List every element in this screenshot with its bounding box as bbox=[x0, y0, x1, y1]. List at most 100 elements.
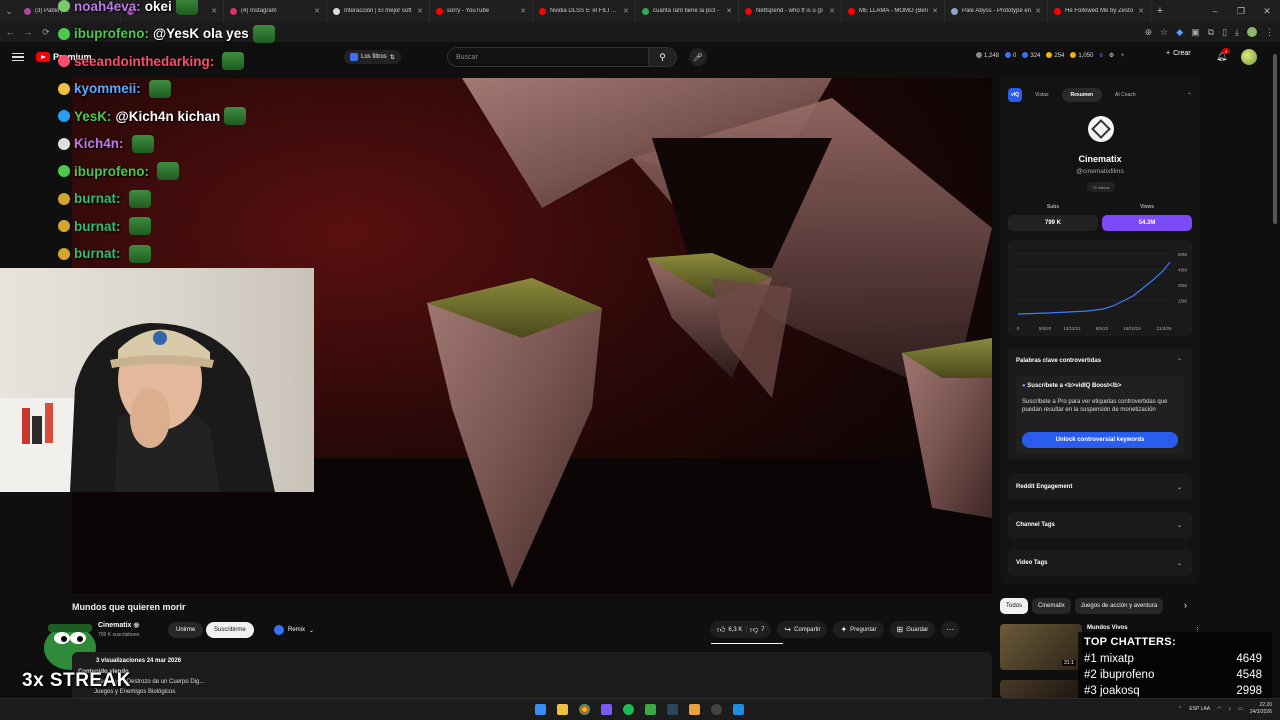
join-button[interactable]: Unirme bbox=[168, 622, 204, 638]
spotify-icon[interactable] bbox=[623, 704, 634, 715]
windows-start-icon[interactable] bbox=[535, 704, 546, 715]
forward-icon[interactable]: → bbox=[20, 22, 36, 42]
recommended-title[interactable]: Mundos Vivos bbox=[1087, 625, 1128, 631]
create-button[interactable]: + Crear bbox=[1166, 50, 1191, 57]
vidiq-channel-handle[interactable]: @cinematixfilms bbox=[1000, 168, 1200, 175]
app-icon[interactable] bbox=[645, 704, 656, 715]
page-scrollbar[interactable] bbox=[1272, 44, 1278, 694]
create-label: Crear bbox=[1173, 50, 1191, 57]
tab-search-icon[interactable]: ⌄ bbox=[0, 0, 18, 22]
subscribe-button[interactable]: Suscribirme bbox=[206, 622, 254, 638]
tab-resumen[interactable]: Resumen bbox=[1061, 88, 1103, 102]
volume-icon[interactable]: ♪ bbox=[1229, 706, 1232, 712]
save-button[interactable]: ⊞ Guardar bbox=[889, 621, 936, 638]
views-value[interactable]: 54.3M bbox=[1102, 215, 1192, 231]
chip-action-adventure[interactable]: Juegos de acción y aventura bbox=[1074, 598, 1164, 614]
verified-icon: ◉ bbox=[133, 622, 140, 629]
user-avatar[interactable] bbox=[1241, 49, 1257, 65]
tab-close-icon[interactable]: ✕ bbox=[1035, 7, 1041, 15]
trophy-icon[interactable]: ♆ bbox=[1120, 53, 1125, 59]
search-icon[interactable]: ⚲ bbox=[649, 47, 677, 67]
chrome-icon[interactable] bbox=[579, 704, 590, 715]
dislike-count[interactable]: 7 bbox=[761, 627, 764, 633]
minimize-button[interactable]: – bbox=[1202, 0, 1228, 22]
tab-close-icon[interactable]: ✕ bbox=[932, 7, 938, 15]
app-icon[interactable] bbox=[689, 704, 700, 715]
bookmark-star-icon[interactable]: ☆ bbox=[1160, 27, 1168, 38]
graph-y-tick: 45M bbox=[1178, 268, 1187, 273]
browser-tab[interactable]: Nettspend - who tf is u (p ✕ bbox=[739, 0, 842, 22]
profile-avatar[interactable] bbox=[1247, 27, 1257, 37]
tab-close-icon[interactable]: ✕ bbox=[726, 7, 732, 15]
obs-icon[interactable] bbox=[711, 704, 722, 715]
vidiq-menu-icon[interactable]: ≡ bbox=[1099, 53, 1103, 59]
browser-tab[interactable]: He Followed Me by Zesto ✕ bbox=[1048, 0, 1151, 22]
recommended-thumbnail[interactable] bbox=[1000, 680, 1082, 698]
vidiq-stats[interactable]: 1,248 0 324 254 1,050 ≡ ⚙ ♆ bbox=[976, 52, 1125, 59]
like-count[interactable]: 6,3 K bbox=[728, 627, 742, 633]
hamburger-menu-icon[interactable] bbox=[12, 52, 24, 62]
battery-icon[interactable]: ▭ bbox=[1238, 706, 1243, 712]
extension-icon[interactable]: ◆ bbox=[1176, 27, 1183, 38]
video-tags-section[interactable]: Video Tags ⌄ bbox=[1008, 550, 1192, 576]
tab-close-icon[interactable]: ✕ bbox=[1138, 7, 1144, 15]
share-button[interactable]: ↪ Compartir bbox=[777, 621, 828, 638]
remix-button[interactable]: Remix ⌄ bbox=[266, 622, 322, 638]
new-tab-button[interactable]: + bbox=[1151, 5, 1169, 17]
thumbs-up-icon[interactable]: 👍︎ bbox=[717, 625, 725, 635]
subs-value[interactable]: 799 K bbox=[1008, 215, 1098, 231]
clock[interactable]: 22:20 24/3/2026 bbox=[1250, 702, 1272, 716]
tab-close-icon[interactable]: ✕ bbox=[829, 7, 835, 15]
vidiq-logo[interactable]: vIQ bbox=[1008, 88, 1022, 102]
unlock-keywords-button[interactable]: Unlock controversial keywords bbox=[1022, 432, 1178, 448]
chevron-up-icon[interactable]: ⌃ bbox=[1178, 706, 1182, 712]
file-explorer-icon[interactable] bbox=[557, 704, 568, 715]
close-window-button[interactable]: ✕ bbox=[1254, 0, 1280, 22]
microphone-icon[interactable]: 🎤︎ bbox=[689, 48, 707, 66]
chip-cinematix[interactable]: Cinematix bbox=[1032, 598, 1071, 614]
chevron-up-icon[interactable]: ⌃ bbox=[1177, 358, 1182, 365]
browser-tab[interactable]: Pale Abyss - Prototype en ✕ bbox=[945, 0, 1048, 22]
graph-x-tick: 0 bbox=[1017, 326, 1020, 331]
tab-close-icon[interactable]: ✕ bbox=[520, 7, 526, 15]
browser-menu-icon[interactable]: ⋮ bbox=[1265, 27, 1274, 38]
extension-icon[interactable]: ▣ bbox=[1191, 27, 1200, 38]
discord-icon[interactable] bbox=[601, 704, 612, 715]
tab-close-icon[interactable]: ✕ bbox=[623, 7, 629, 15]
maximize-button[interactable]: ❐ bbox=[1228, 0, 1254, 22]
channel-tags-section[interactable]: Channel Tags ⌄ bbox=[1008, 512, 1192, 538]
browser-tab[interactable]: cuanta ram tiene la ps3 - ✕ bbox=[636, 0, 739, 22]
browser-tab[interactable]: ME LLAMA - MOMO (Ben ✕ bbox=[842, 0, 945, 22]
browser-tab[interactable]: Nvidia DLSS 5: el FILTRO ✕ bbox=[533, 0, 636, 22]
app-icon[interactable] bbox=[733, 704, 744, 715]
filters-label: Los filtros bbox=[361, 54, 387, 60]
top-chatter-row: #2 ibuprofeno 4548 bbox=[1084, 669, 1266, 685]
description-box[interactable] bbox=[72, 652, 992, 700]
install-icon[interactable]: ⊕ bbox=[1145, 27, 1153, 38]
tab-title: He Followed Me by Zesto bbox=[1065, 8, 1134, 14]
steam-icon[interactable] bbox=[667, 704, 678, 715]
thumbs-down-icon[interactable]: 👎︎ bbox=[750, 625, 758, 635]
download-icon[interactable]: ⤓ bbox=[1235, 27, 1239, 38]
reload-icon[interactable]: ⟳ bbox=[38, 22, 54, 42]
search-input[interactable]: Buscar bbox=[447, 47, 649, 67]
tab-ai-coach[interactable]: AI Coach bbox=[1106, 88, 1145, 102]
wifi-icon[interactable]: ◠ bbox=[1217, 706, 1221, 712]
chevron-up-icon[interactable]: ⌃ bbox=[1187, 92, 1192, 99]
sidebar-icon[interactable]: ▯ bbox=[1222, 27, 1227, 38]
more-actions-button[interactable]: ⋯ bbox=[941, 621, 960, 638]
tab-vistas[interactable]: Vistas bbox=[1026, 88, 1058, 102]
language-indicator[interactable]: ESP LAA bbox=[1189, 706, 1210, 712]
kw-upsell-title: ● Suscríbete a <b>vidIQ Boost</b> bbox=[1022, 383, 1121, 389]
ask-button[interactable]: ✦ Preguntar bbox=[833, 621, 884, 638]
vidiq-settings-icon[interactable]: ⚙ bbox=[1109, 52, 1114, 59]
browser-tab[interactable]: sorry - YouTube ✕ bbox=[430, 0, 533, 22]
reddit-engagement-section[interactable]: Reddit Engagement ⌄ bbox=[1008, 474, 1192, 500]
back-icon[interactable]: ← bbox=[2, 22, 18, 42]
scrollbar-thumb[interactable] bbox=[1273, 54, 1277, 224]
extensions-puzzle-icon[interactable]: ⧉ bbox=[1208, 27, 1214, 38]
chevron-right-icon[interactable]: › bbox=[1184, 600, 1187, 610]
tab-close-icon[interactable]: ✕ bbox=[417, 7, 423, 15]
chip-todos[interactable]: Todos bbox=[1000, 598, 1029, 614]
channel-name[interactable]: Cinematix ◉ bbox=[98, 621, 140, 629]
